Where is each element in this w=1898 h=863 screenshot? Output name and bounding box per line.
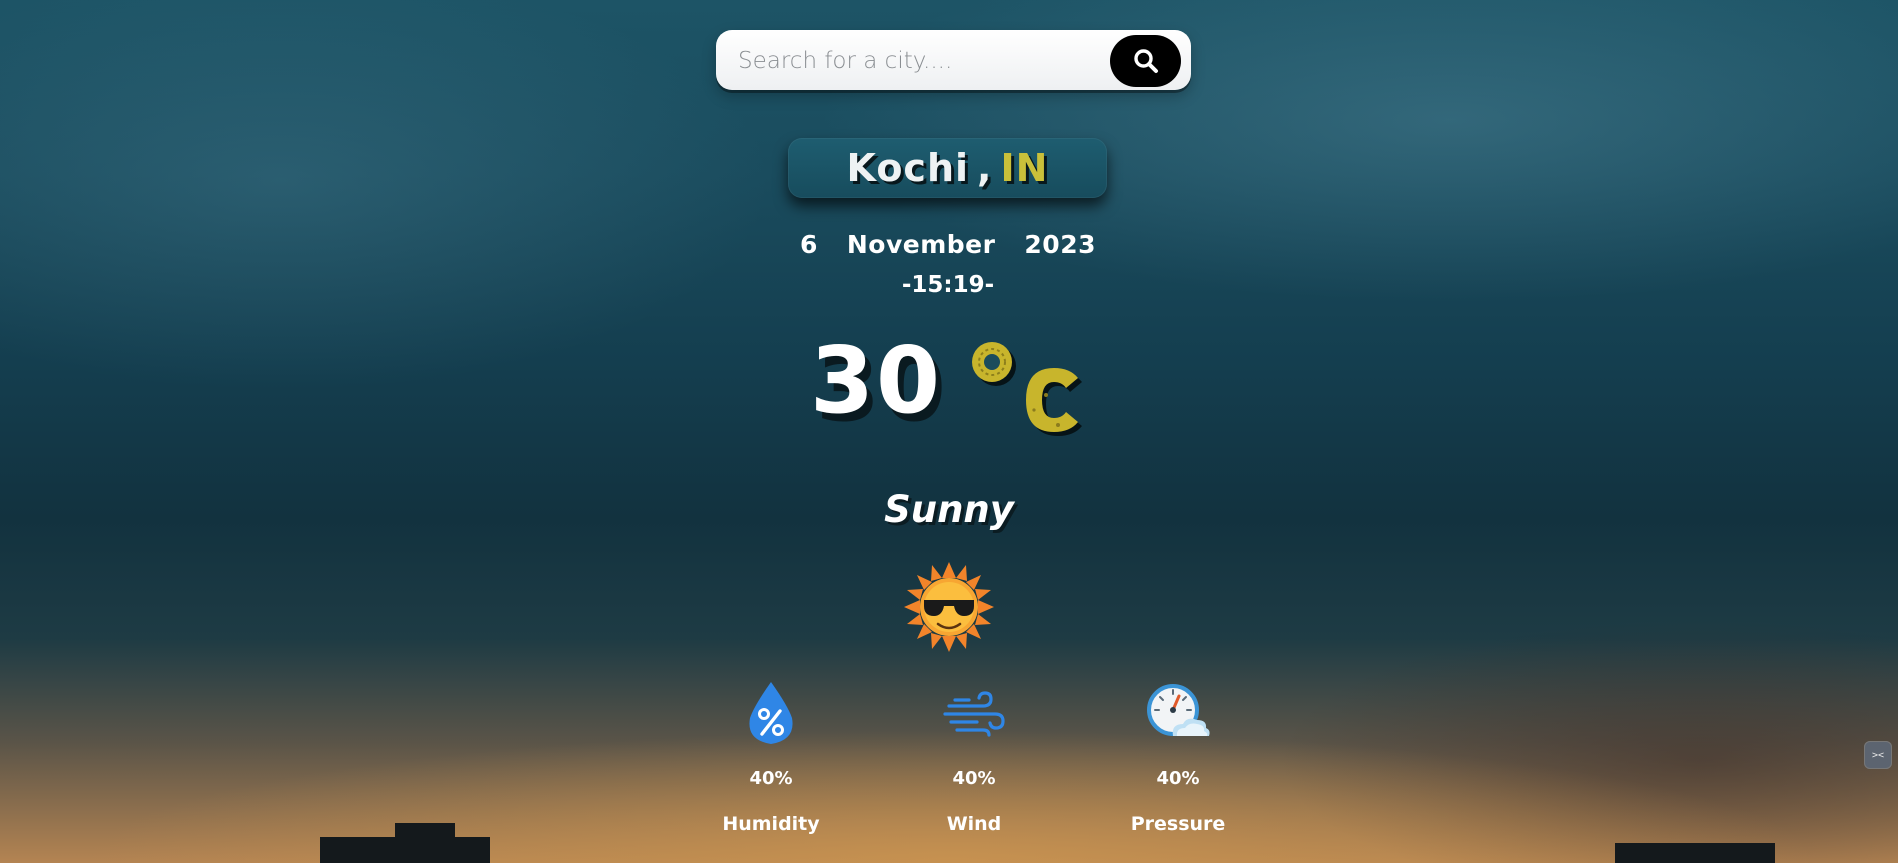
stat-humidity: 40% Humidity [696,678,846,835]
humidity-label: Humidity [722,813,820,835]
stat-pressure: 40% Pressure [1103,678,1253,835]
date-day: 6 [800,229,818,259]
stat-wind: 40% Wind [899,678,1049,835]
search-input[interactable] [736,42,1100,80]
city-title: Kochi , IN [788,138,1107,198]
date-year: 2023 [1024,229,1096,259]
sun-with-sunglasses-icon [904,562,994,652]
wind-icon [943,691,1005,737]
skyline-left-tower [395,823,455,863]
wind-label: Wind [946,813,1002,835]
search-button[interactable] [1110,35,1181,87]
search-bar [716,30,1191,90]
date-month: November [846,229,996,259]
time-display: -15:19- [901,272,995,298]
date-display: 6 November 2023 [800,226,1096,262]
pressure-label: Pressure [1130,813,1226,835]
pressure-gauge-icon [1147,684,1210,736]
temperature-value: 30 [810,327,943,434]
wind-value: 40% [952,768,996,789]
pressure-value: 40% [1156,768,1200,789]
humidity-value: 40% [749,768,793,789]
humidity-drop-icon [749,682,793,744]
degree-celsius-icon [972,342,1082,436]
search-icon [1133,49,1158,73]
weather-condition: Sunny [884,488,1014,531]
country-code: IN [1000,146,1049,190]
skyline-right [1615,843,1775,863]
city-name: Kochi [846,146,970,190]
city-separator: , [977,146,993,190]
dev-tools-icon[interactable]: >< [1864,741,1892,769]
